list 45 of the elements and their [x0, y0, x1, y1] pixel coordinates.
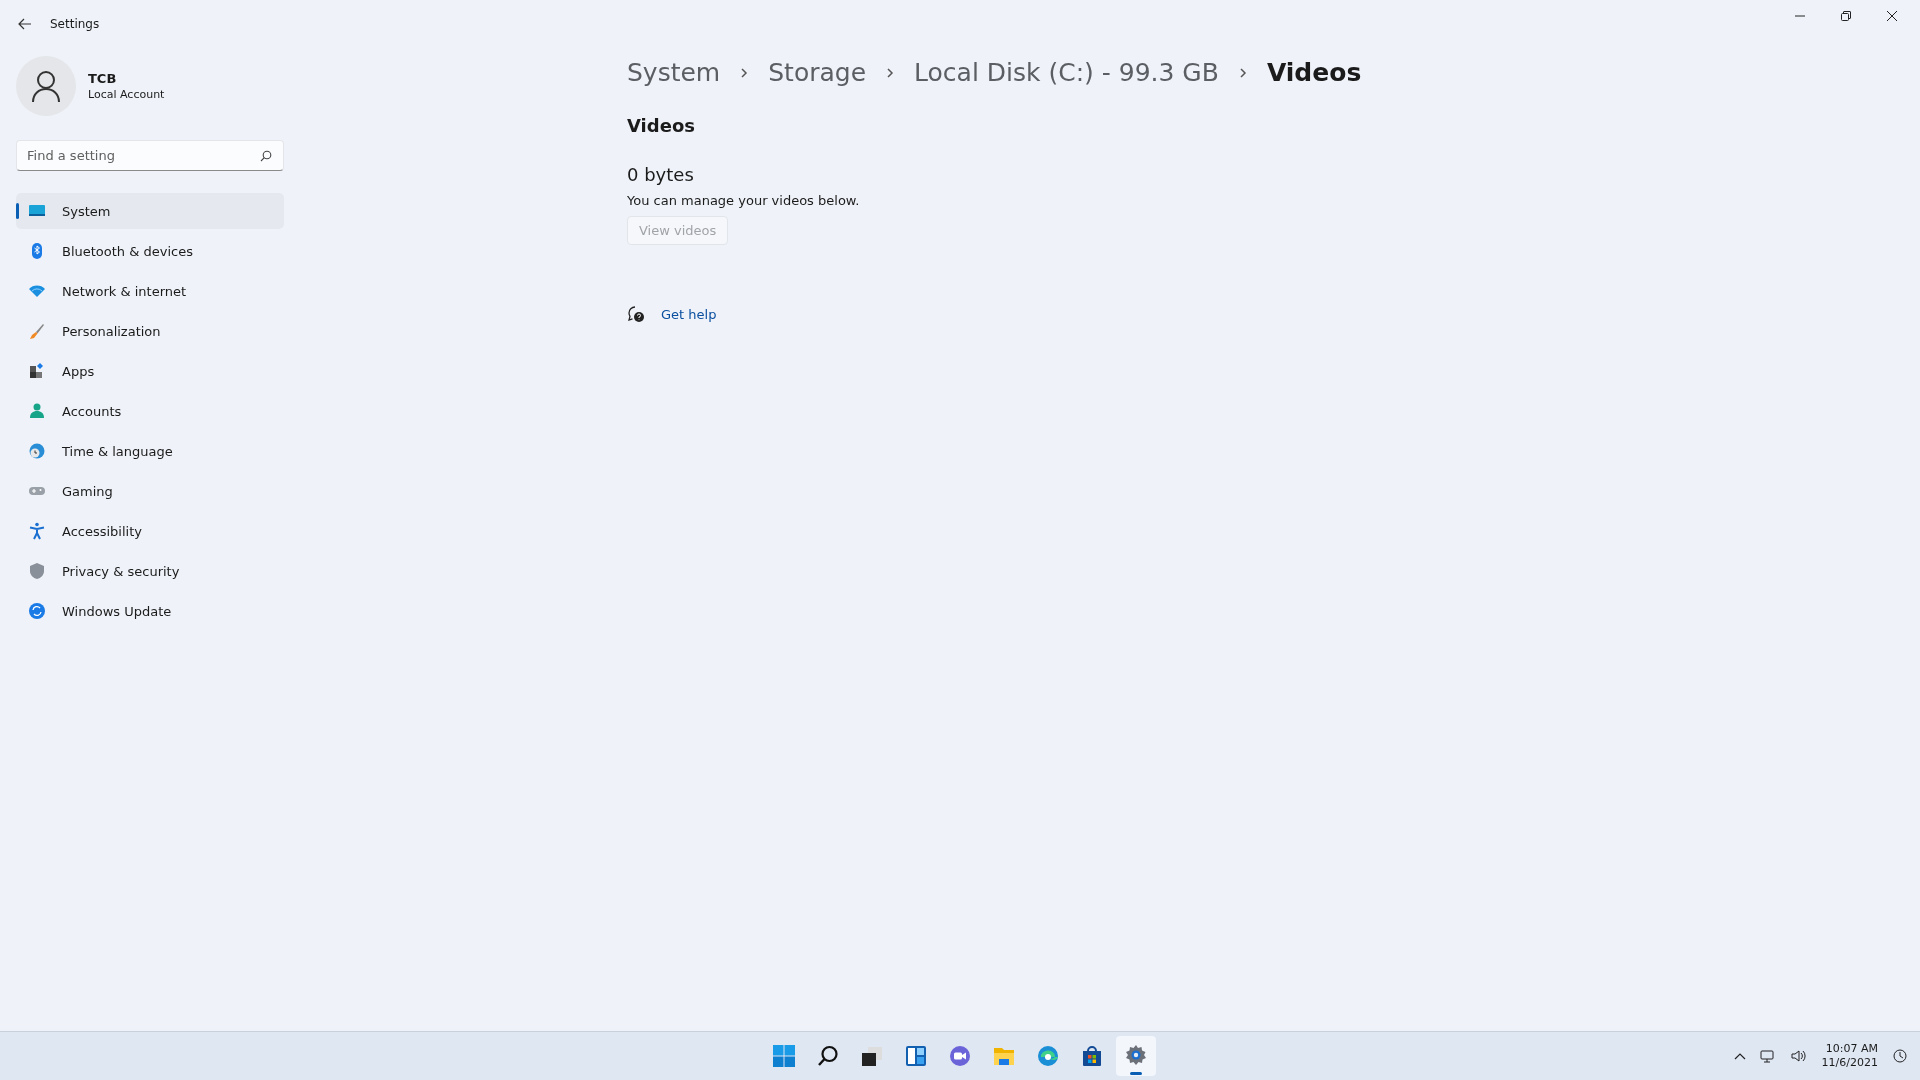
chevron-icon [740, 66, 749, 79]
sidebar-item[interactable]: Accounts [16, 393, 284, 429]
person-icon [28, 402, 46, 420]
sidebar-item[interactable]: Gaming [16, 473, 284, 509]
sidebar-item[interactable]: Privacy & security [16, 553, 284, 589]
page-title: Videos [1266, 58, 1362, 87]
volume-icon[interactable] [1789, 1048, 1808, 1064]
search-field[interactable]: Find a setting [16, 140, 284, 171]
chevron-up-icon[interactable] [1733, 1052, 1746, 1060]
settings-icon[interactable] [1116, 1036, 1156, 1076]
breadcrumb-link[interactable]: Storage [768, 58, 867, 87]
sidebar-item[interactable]: Personalization [16, 313, 284, 349]
brush-icon [28, 322, 46, 340]
sidebar-item[interactable]: Network & internet [16, 273, 284, 309]
storage-size: 0 bytes [627, 164, 695, 185]
sidebar-item[interactable]: System [16, 193, 284, 229]
chevron-icon [1238, 66, 1247, 79]
sidebar-item[interactable]: Apps [16, 353, 284, 389]
account-type: Local Account [88, 88, 165, 101]
close-icon[interactable] [1886, 10, 1898, 22]
get-help-link[interactable]: Get help [661, 306, 717, 322]
sidebar-item[interactable]: Bluetooth & devices [16, 233, 284, 269]
help-icon [627, 305, 645, 323]
clock-time[interactable]: 10:07 AM [1825, 1042, 1878, 1056]
user-name: TCB [88, 71, 118, 86]
restore-icon[interactable] [1840, 10, 1852, 22]
breadcrumb-link[interactable]: Local Disk (C:) - 99.3 GB [914, 58, 1219, 87]
description: You can manage your videos below. [627, 193, 861, 208]
section-heading: Videos [627, 115, 696, 136]
apps-icon [28, 362, 46, 380]
sidebar-item[interactable]: Accessibility [16, 513, 284, 549]
clock-date[interactable]: 11/6/2021 [1821, 1056, 1878, 1070]
sidebar-item[interactable]: Time & language [16, 433, 284, 469]
sidebar-item[interactable]: Windows Update [16, 593, 284, 629]
notification-icon[interactable] [1892, 1048, 1908, 1064]
window-title: Settings [50, 17, 100, 31]
chevron-icon [886, 66, 895, 79]
back-arrow-icon[interactable] [18, 18, 32, 30]
update-icon [28, 602, 46, 620]
breadcrumb-link[interactable]: System [627, 58, 721, 87]
search-icon [260, 149, 272, 162]
shield-icon [28, 562, 46, 580]
globe-clock-icon [28, 442, 46, 460]
accessibility-icon [28, 522, 46, 540]
network-icon[interactable] [1759, 1048, 1776, 1064]
